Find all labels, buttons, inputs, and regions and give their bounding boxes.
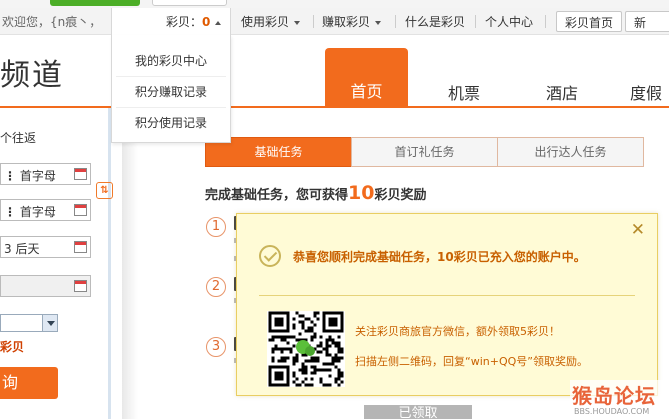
task-heading: 完成基础任务，您可获得10彩贝奖励 [205, 182, 427, 204]
received-button[interactable]: 已领取 [364, 405, 472, 419]
personal-center-link[interactable]: 个人中心 [485, 13, 533, 30]
wechat-qr-code [267, 311, 345, 387]
return-date-input[interactable] [0, 275, 91, 297]
new-button[interactable]: 新 [625, 11, 669, 32]
tab-home[interactable]: 首页 [325, 48, 408, 106]
airline-select[interactable] [0, 314, 58, 332]
step-number: 3 [206, 337, 226, 357]
nav-divider [395, 15, 396, 28]
dropdown-item-earn-record[interactable]: 积分赚取记录 [116, 77, 226, 108]
caibei-home-button[interactable]: 彩贝首页 [556, 11, 623, 32]
channel-logo-text: 频道 [0, 58, 64, 93]
step-number: 2 [206, 277, 226, 297]
city-picker-icon[interactable] [74, 168, 87, 180]
task-tabs: 基础任务 首订礼任务 出行达人任务 [205, 137, 644, 167]
tab-vacation[interactable]: 度假 [630, 80, 662, 104]
caibei-label: 彩贝：0 [166, 13, 222, 30]
success-message: 恭喜您顺利完成基础任务，10彩贝已充入您的账户中。 [293, 250, 586, 264]
panel-edge [108, 108, 111, 419]
welcome-text: 欢迎您，{n痕丶， [2, 15, 102, 29]
close-icon[interactable]: ✕ [631, 222, 645, 239]
chevron-down-icon[interactable] [42, 315, 57, 331]
tab-hotels[interactable]: 酒店 [546, 80, 578, 104]
calendar-icon[interactable] [74, 280, 87, 292]
caibei-tab[interactable]: 彩贝：0 [111, 8, 231, 36]
calendar-icon[interactable] [74, 241, 87, 253]
popup-divider [259, 295, 635, 296]
watermark-logo-text: 猴岛论坛 [572, 384, 656, 408]
caret-down-icon [375, 20, 382, 25]
tab-first-order-tasks[interactable]: 首订礼任务 [351, 137, 498, 167]
caret-up-icon [215, 20, 222, 25]
forum-watermark: 猴岛论坛 BBS.HOUDAO.COM [570, 380, 669, 419]
task-complete-popup: ✕ 恭喜您顺利完成基础任务，10彩贝已充入您的账户中。 关注彩贝商旅官方微信，额… [236, 213, 658, 396]
top-strip [0, 0, 669, 8]
use-caibei-menu[interactable]: 使用彩贝 [241, 13, 301, 30]
check-circle-icon [259, 245, 281, 267]
tab-travel-expert-tasks[interactable]: 出行达人任务 [497, 137, 644, 167]
dropdown-item-use-record[interactable]: 积分使用记录 [116, 108, 226, 139]
city-picker-icon[interactable] [74, 204, 87, 216]
step-number: 1 [206, 217, 226, 237]
nav-divider [475, 15, 476, 28]
tab-flights[interactable]: 机票 [448, 80, 480, 104]
dropdown-item-my-caibei-center[interactable]: 我的彩贝中心 [116, 46, 226, 77]
top-gray-button[interactable] [152, 0, 227, 6]
top-green-button[interactable] [50, 0, 140, 6]
depart-date-input[interactable]: 3 后天 [0, 236, 91, 258]
nav-divider [313, 15, 314, 28]
watermark-url: BBS.HOUDAO.COM [574, 407, 650, 416]
caibei-dropdown: 我的彩贝中心 积分赚取记录 积分使用记录 [111, 35, 231, 143]
search-flights-button[interactable]: 询 [0, 367, 58, 399]
to-city-input[interactable]: ⋮ 首字母 [0, 199, 91, 221]
caibei-airline-label: 彩贝 [0, 340, 25, 354]
what-is-caibei-link[interactable]: 什么是彩贝 [405, 13, 465, 30]
from-city-input[interactable]: ⋮ 首字母 [0, 163, 91, 185]
caret-down-icon [294, 20, 301, 25]
caibei-count: 0 [202, 15, 211, 29]
earn-caibei-menu[interactable]: 赚取彩贝 [322, 13, 382, 30]
top-nav-bar: 欢迎您，{n痕丶， 彩贝：0 使用彩贝 赚取彩贝 什么是彩贝 个人中心 彩贝首页… [0, 8, 669, 36]
swap-cities-icon[interactable]: ⇅ [96, 182, 113, 199]
nav-divider [545, 15, 546, 28]
follow-wechat-text: 关注彩贝商旅官方微信，额外领取5彩贝！ [355, 325, 560, 338]
scan-qr-instruction: 扫描左侧二维码，回复“win+QQ号”领取奖励。 [355, 355, 588, 368]
trip-type-label[interactable]: 个往返 [0, 129, 36, 146]
